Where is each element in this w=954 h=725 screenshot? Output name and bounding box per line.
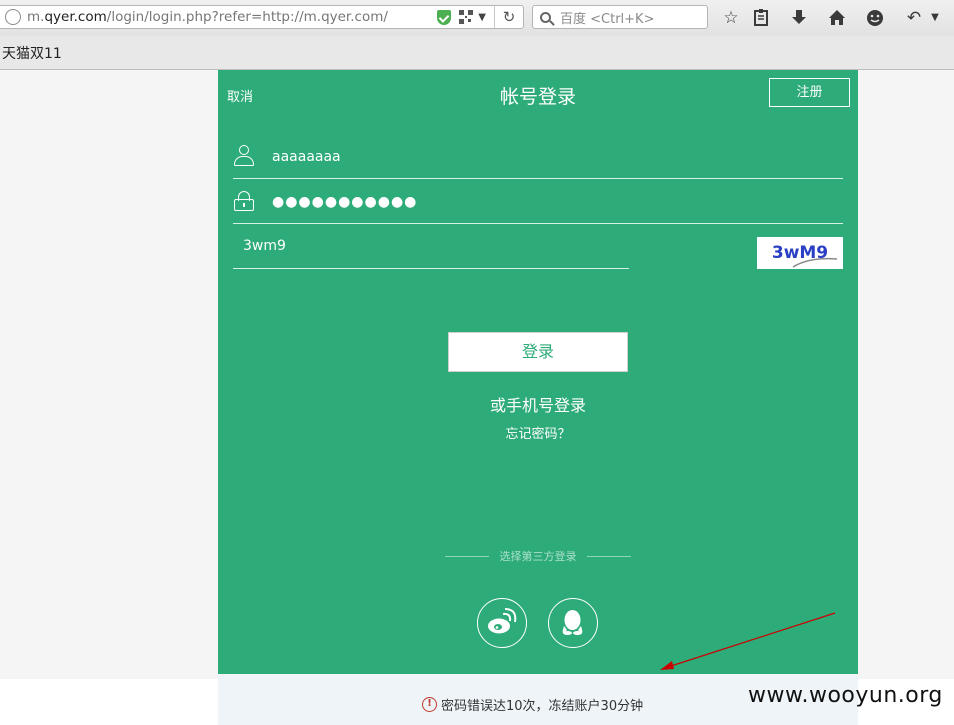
- captcha-value: 3wm9: [243, 238, 286, 254]
- download-icon[interactable]: [788, 7, 810, 29]
- globe-icon: [5, 9, 21, 25]
- chevron-down-icon[interactable]: ▼: [478, 12, 486, 23]
- emoji-icon[interactable]: [864, 7, 886, 29]
- divider-line: [587, 555, 631, 557]
- forgot-password-link[interactable]: 忘记密码？: [218, 423, 858, 442]
- captcha-image[interactable]: 3wM9: [757, 237, 843, 269]
- shield-icon[interactable]: [437, 9, 452, 25]
- url-bar[interactable]: m.qyer.com/login/login.php?refer=http://…: [0, 5, 524, 29]
- search-bar[interactable]: 百度 <Ctrl+K>: [532, 5, 708, 29]
- lock-icon: [234, 191, 254, 211]
- username-field[interactable]: aaaaaaaa: [233, 135, 843, 179]
- qq-icon: [562, 610, 583, 635]
- third-party-divider: 选择第三方登录: [445, 548, 631, 564]
- user-icon: [233, 145, 255, 167]
- page-title: 帐号登录: [499, 86, 576, 108]
- search-placeholder: 百度 <Ctrl+K>: [560, 11, 655, 27]
- username-value: aaaaaaaa: [272, 149, 341, 165]
- register-button[interactable]: 注册: [769, 78, 850, 107]
- third-party-label: 选择第三方登录: [499, 550, 577, 563]
- error-icon: !: [422, 697, 437, 712]
- divider-line: [445, 555, 489, 557]
- error-alert: ! 密码错误达10次，冻结账户30分钟: [422, 695, 643, 714]
- watermark: www.wooyun.org: [748, 683, 943, 708]
- qq-login-button[interactable]: [548, 598, 598, 648]
- search-icon: [540, 11, 551, 23]
- browser-toolbar: m.qyer.com/login/login.php?refer=http://…: [0, 0, 954, 36]
- captcha-input[interactable]: 3wm9: [233, 225, 629, 269]
- login-panel: 取消 帐号登录 注册 aaaaaaaa ●●●●●●●●●●● 3wm9 3wM…: [218, 70, 858, 674]
- bookmarks-bar: 天猫双11: [0, 36, 954, 70]
- back-icon[interactable]: ↶: [903, 7, 925, 29]
- bookmark-item[interactable]: 天猫双11: [2, 43, 62, 63]
- password-value: ●●●●●●●●●●●: [272, 194, 418, 210]
- weibo-icon: [488, 608, 517, 634]
- star-icon[interactable]: ☆: [720, 7, 742, 29]
- reload-icon[interactable]: ↻: [495, 8, 523, 26]
- reading-list-icon[interactable]: [750, 7, 772, 29]
- login-button[interactable]: 登录: [448, 332, 628, 372]
- url-text[interactable]: m.qyer.com/login/login.php?refer=http://…: [27, 9, 388, 25]
- home-icon[interactable]: [826, 7, 848, 29]
- weibo-login-button[interactable]: [477, 598, 527, 648]
- qr-code-icon[interactable]: [459, 10, 474, 24]
- history-dropdown-icon[interactable]: ▼: [929, 7, 941, 29]
- phone-login-link[interactable]: 或手机号登录: [218, 392, 858, 416]
- password-field[interactable]: ●●●●●●●●●●●: [233, 180, 843, 224]
- error-message: 密码错误达10次，冻结账户30分钟: [441, 699, 644, 714]
